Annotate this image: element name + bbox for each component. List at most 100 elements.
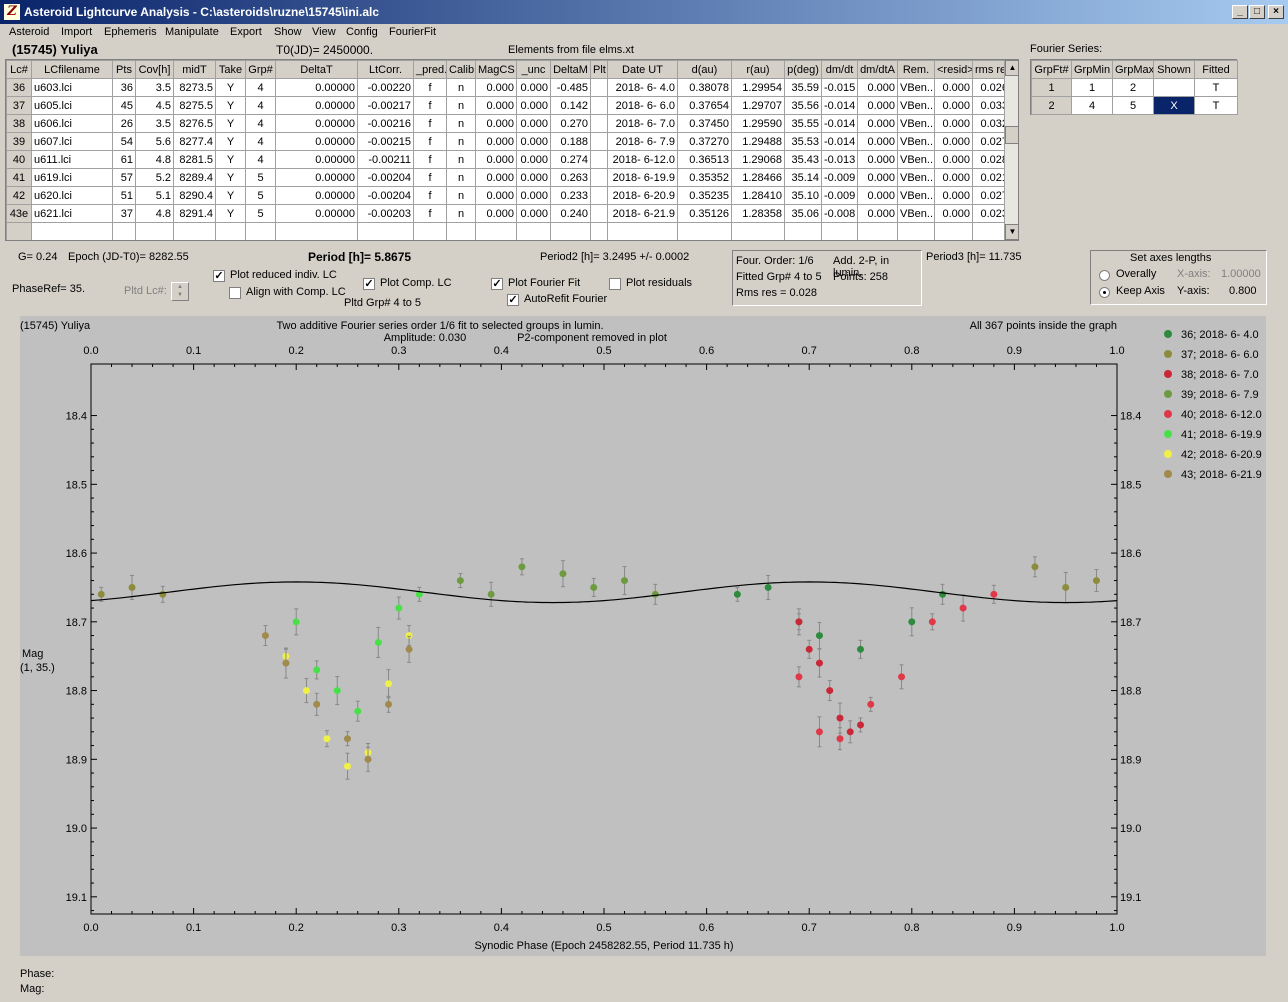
fourier-column-header[interactable]: GrpFt# <box>1031 60 1072 79</box>
table-cell[interactable]: n <box>446 78 476 97</box>
table-cell[interactable]: 8276.5 <box>173 114 216 133</box>
table-row[interactable]: 38 u606.lci 26 3.5 8276.5 Y 4 0.00000 -0.00216 f n… <box>6 114 1011 133</box>
table-cell[interactable]: n <box>446 186 476 205</box>
table-cell[interactable] <box>590 186 608 205</box>
table-cell[interactable]: 0.000 <box>475 168 517 187</box>
fourier-column-header[interactable]: Shown <box>1153 60 1195 79</box>
table-cell[interactable]: n <box>446 114 476 133</box>
table-cell[interactable]: 8275.5 <box>173 96 216 115</box>
table-cell[interactable]: 40 <box>6 150 32 169</box>
table-cell[interactable]: 0.270 <box>550 114 591 133</box>
table-cell[interactable]: 0.000 <box>934 132 973 151</box>
pltd-lc-spinner[interactable]: ▲ ▼ <box>171 282 189 301</box>
fourier-cell[interactable] <box>1153 78 1195 97</box>
table-cell[interactable] <box>550 222 591 240</box>
table-cell[interactable]: 5 <box>245 204 276 223</box>
table-cell[interactable]: u621.lci <box>31 204 113 223</box>
table-cell[interactable]: 1.29590 <box>731 114 785 133</box>
table-cell[interactable]: 0.00000 <box>275 204 358 223</box>
table-cell[interactable]: 4.8 <box>135 204 174 223</box>
table-cell[interactable]: 2018- 6-12.0 <box>607 150 678 169</box>
table-cell[interactable]: 35.55 <box>784 114 822 133</box>
table-cell[interactable] <box>607 222 678 240</box>
table-cell[interactable]: 37 <box>112 204 136 223</box>
table-cell[interactable]: 0.000 <box>934 114 973 133</box>
table-cell[interactable]: 35.06 <box>784 204 822 223</box>
table-cell[interactable]: 2018- 6-20.9 <box>607 186 678 205</box>
fourier-row[interactable]: 112T <box>1031 78 1238 97</box>
table-cell[interactable]: 0.00000 <box>275 114 358 133</box>
table-cell[interactable] <box>897 222 935 240</box>
autorefit-checkbox[interactable]: ✓ <box>507 294 519 306</box>
table-cell[interactable]: 0.00000 <box>275 150 358 169</box>
table-cell[interactable]: 0.000 <box>475 204 517 223</box>
menu-import[interactable]: Import <box>61 26 92 38</box>
table-cell[interactable]: 54 <box>112 132 136 151</box>
table-cell[interactable]: f <box>413 150 447 169</box>
table-cell[interactable]: 1.28358 <box>731 204 785 223</box>
table-cell[interactable]: 0.37654 <box>677 96 732 115</box>
table-cell[interactable]: 2018- 6-19.9 <box>607 168 678 187</box>
xaxis-value[interactable]: 1.00000 <box>1221 268 1261 280</box>
fourier-cell[interactable]: 1 <box>1031 78 1072 97</box>
table-cell[interactable]: 0.000 <box>516 96 551 115</box>
table-cell[interactable]: 4.8 <box>135 150 174 169</box>
table-cell[interactable]: u619.lci <box>31 168 113 187</box>
table-cell[interactable]: Y <box>215 132 246 151</box>
align-comp-checkbox[interactable] <box>229 287 241 299</box>
table-row-empty[interactable] <box>6 222 1011 240</box>
column-header[interactable]: d(au) <box>677 60 732 79</box>
lightcurve-plot[interactable]: (15745) Yuliya Two additive Fourier serie… <box>20 316 1266 956</box>
keep-axis-radio[interactable] <box>1099 287 1110 298</box>
table-cell[interactable]: 39 <box>6 132 32 151</box>
table-cell[interactable] <box>590 168 608 187</box>
table-cell[interactable]: VBen.. <box>897 96 935 115</box>
table-cell[interactable]: 0.000 <box>857 168 898 187</box>
table-cell[interactable]: 36 <box>112 78 136 97</box>
table-cell[interactable] <box>173 222 216 240</box>
table-cell[interactable]: -0.009 <box>821 186 858 205</box>
table-cell[interactable] <box>135 222 174 240</box>
table-cell[interactable]: -0.014 <box>821 96 858 115</box>
table-cell[interactable]: 38 <box>6 114 32 133</box>
table-row[interactable]: 36 u603.lci 36 3.5 8273.5 Y 4 0.00000 -0.00220 f n… <box>6 78 1011 97</box>
table-cell[interactable]: 35.10 <box>784 186 822 205</box>
table-cell[interactable]: 5.6 <box>135 132 174 151</box>
table-cell[interactable]: f <box>413 132 447 151</box>
column-header[interactable]: DeltaM <box>550 60 591 79</box>
table-cell[interactable]: 0.000 <box>857 132 898 151</box>
table-row[interactable]: 43e u621.lci 37 4.8 8291.4 Y 5 0.00000 -0.00203 f… <box>6 204 1011 223</box>
table-cell[interactable]: 0.00000 <box>275 78 358 97</box>
table-cell[interactable]: 8291.4 <box>173 204 216 223</box>
table-cell[interactable]: VBen.. <box>897 168 935 187</box>
table-cell[interactable]: 2018- 6- 4.0 <box>607 78 678 97</box>
table-cell[interactable]: u603.lci <box>31 78 113 97</box>
table-cell[interactable]: 8281.5 <box>173 150 216 169</box>
yaxis-value[interactable]: 0.800 <box>1229 285 1257 297</box>
table-cell[interactable]: 0.000 <box>934 168 973 187</box>
fourier-cell[interactable]: T <box>1194 96 1238 115</box>
table-cell[interactable] <box>6 222 32 240</box>
table-cell[interactable]: VBen.. <box>897 204 935 223</box>
table-cell[interactable]: 0.00000 <box>275 186 358 205</box>
table-cell[interactable]: 4 <box>245 78 276 97</box>
table-cell[interactable]: Y <box>215 204 246 223</box>
column-header[interactable]: <resid> <box>934 60 973 79</box>
table-cell[interactable]: 0.000 <box>516 186 551 205</box>
table-cell[interactable]: 0.240 <box>550 204 591 223</box>
table-cell[interactable]: 0.35235 <box>677 186 732 205</box>
table-cell[interactable]: u605.lci <box>31 96 113 115</box>
table-cell[interactable] <box>590 132 608 151</box>
table-cell[interactable]: -0.00216 <box>357 114 414 133</box>
table-row[interactable]: 39 u607.lci 54 5.6 8277.4 Y 4 0.00000 -0.00215 f n… <box>6 132 1011 151</box>
table-cell[interactable]: 0.000 <box>475 132 517 151</box>
table-cell[interactable]: VBen.. <box>897 150 935 169</box>
table-cell[interactable]: u611.lci <box>31 150 113 169</box>
table-cell[interactable]: 0.233 <box>550 186 591 205</box>
fourier-cell[interactable]: X <box>1153 96 1195 115</box>
table-cell[interactable]: 0.274 <box>550 150 591 169</box>
table-cell[interactable] <box>475 222 517 240</box>
table-cell[interactable]: -0.485 <box>550 78 591 97</box>
table-cell[interactable]: 1.29068 <box>731 150 785 169</box>
table-cell[interactable]: 0.000 <box>934 186 973 205</box>
